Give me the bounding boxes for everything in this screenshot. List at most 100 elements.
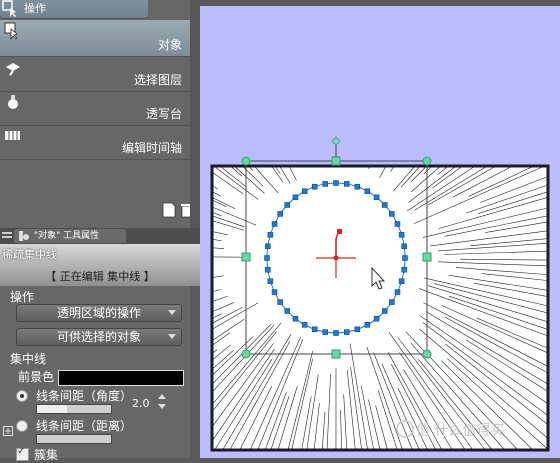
control-point[interactable] bbox=[399, 279, 404, 284]
control-point[interactable] bbox=[323, 181, 328, 186]
control-point[interactable] bbox=[399, 232, 404, 237]
transform-handle-top-right[interactable] bbox=[423, 157, 431, 165]
control-point[interactable] bbox=[355, 327, 360, 332]
control-point[interactable] bbox=[344, 181, 349, 186]
center-point[interactable] bbox=[334, 256, 339, 261]
control-point[interactable] bbox=[365, 189, 370, 194]
spacing-angle-value: 2.0 bbox=[132, 397, 150, 410]
chevron-down-icon bbox=[168, 310, 176, 315]
subtool-scrollbar[interactable] bbox=[190, 0, 200, 228]
canvas-view[interactable] bbox=[200, 0, 560, 458]
transform-handle-left[interactable] bbox=[242, 253, 250, 261]
subtool-label-layer-select: 选择图层 bbox=[134, 71, 182, 88]
tab-tool-property[interactable]: "对象" 工具属性 bbox=[14, 229, 126, 243]
control-point[interactable] bbox=[402, 244, 407, 249]
control-point[interactable] bbox=[272, 290, 277, 295]
control-point[interactable] bbox=[265, 244, 270, 249]
control-point[interactable] bbox=[334, 181, 339, 186]
control-point[interactable] bbox=[272, 221, 277, 226]
section-operation: 操作 bbox=[10, 288, 34, 305]
layer-select-icon bbox=[4, 59, 22, 77]
control-point[interactable] bbox=[374, 316, 379, 321]
control-point[interactable] bbox=[285, 202, 290, 207]
transform-handle-bottom-right[interactable] bbox=[423, 350, 431, 358]
control-point[interactable] bbox=[312, 327, 317, 332]
transform-handle-top[interactable] bbox=[332, 157, 340, 165]
control-point[interactable] bbox=[302, 189, 307, 194]
app-window: 操作 对象 选择图层 bbox=[0, 0, 560, 458]
rotation-handle[interactable] bbox=[332, 137, 340, 145]
spacing-angle-stepper[interactable] bbox=[158, 394, 166, 410]
control-point[interactable] bbox=[344, 330, 349, 335]
subtool-layer-select[interactable]: 选择图层 bbox=[0, 57, 190, 92]
spacing-distance-radio[interactable] bbox=[16, 420, 28, 432]
transform-handle-right[interactable] bbox=[423, 253, 431, 261]
editing-status: 【 正在编辑 集中线 】 bbox=[0, 268, 200, 284]
spacing-angle-slider[interactable] bbox=[36, 404, 112, 414]
property-tab-bar: "对象" 工具属性 bbox=[0, 228, 200, 244]
transform-handle-top-left[interactable] bbox=[242, 157, 250, 165]
subtool-label-operation: 操作 bbox=[24, 0, 46, 16]
watermark-logo-icon bbox=[396, 420, 414, 438]
transparent-ops-dropdown[interactable]: 透明区域的操作 bbox=[16, 304, 182, 322]
control-point[interactable] bbox=[395, 221, 400, 226]
selectable-objects-dropdown[interactable]: 可供选择的对象 bbox=[16, 328, 182, 346]
chevron-down-icon bbox=[168, 334, 176, 339]
control-point[interactable] bbox=[278, 211, 283, 216]
control-point[interactable] bbox=[323, 330, 328, 335]
control-point[interactable] bbox=[302, 322, 307, 327]
section-concentrated-lines: 集中线 bbox=[10, 350, 46, 367]
spacing-angle-radio[interactable] bbox=[16, 390, 28, 402]
menu-icon[interactable] bbox=[2, 231, 12, 241]
control-point[interactable] bbox=[374, 195, 379, 200]
control-point[interactable] bbox=[312, 184, 317, 189]
center-direction-handle[interactable] bbox=[337, 229, 342, 234]
control-point[interactable] bbox=[265, 256, 270, 261]
control-point[interactable] bbox=[389, 211, 394, 216]
subtool-label-object: 对象 bbox=[158, 36, 182, 53]
foreground-label: 前景色 bbox=[18, 368, 54, 385]
expand-plus-icon[interactable] bbox=[3, 426, 13, 436]
foreground-color-swatch[interactable] bbox=[58, 370, 184, 386]
timeline-icon bbox=[4, 127, 22, 145]
control-point[interactable] bbox=[293, 195, 298, 200]
control-point[interactable] bbox=[268, 232, 273, 237]
subtool-light-table[interactable]: 透写台 bbox=[0, 91, 190, 126]
subtool-label-light-table: 透写台 bbox=[146, 105, 182, 122]
bundle-checkbox[interactable] bbox=[16, 448, 29, 461]
control-point[interactable] bbox=[278, 300, 283, 305]
transform-handle-bottom-left[interactable] bbox=[242, 350, 250, 358]
control-point[interactable] bbox=[265, 267, 270, 272]
control-point[interactable] bbox=[403, 256, 408, 261]
subtool-operation[interactable]: 操作 bbox=[0, 0, 148, 19]
light-table-icon bbox=[4, 93, 22, 111]
control-point[interactable] bbox=[355, 184, 360, 189]
sub-tool-panel: 操作 对象 选择图层 bbox=[0, 0, 190, 228]
control-point[interactable] bbox=[389, 300, 394, 305]
new-subtool-icon[interactable] bbox=[162, 202, 176, 218]
canvas-area[interactable]: 值 什么值得买 bbox=[200, 0, 560, 458]
control-point[interactable] bbox=[268, 279, 273, 284]
subtool-bottom-bar bbox=[0, 196, 190, 226]
control-point[interactable] bbox=[382, 309, 387, 314]
control-point[interactable] bbox=[334, 331, 339, 336]
watermark: 值 什么值得买 bbox=[416, 420, 504, 440]
left-panel: 操作 对象 选择图层 bbox=[0, 0, 200, 458]
spacing-distance-slider[interactable] bbox=[36, 434, 112, 444]
object-selection-icon bbox=[4, 22, 22, 40]
property-scrollbar[interactable] bbox=[190, 286, 200, 458]
subtool-edit-timeline[interactable]: 编辑时间轴 bbox=[0, 125, 190, 160]
control-point[interactable] bbox=[382, 202, 387, 207]
control-point[interactable] bbox=[365, 322, 370, 327]
control-point[interactable] bbox=[285, 309, 290, 314]
subtool-object[interactable]: 对象 bbox=[0, 20, 190, 57]
transform-handle-bottom[interactable] bbox=[332, 350, 340, 358]
drawing-canvas[interactable] bbox=[212, 166, 548, 450]
spacing-distance-label: 线条间距（距离） bbox=[36, 417, 132, 434]
subtool-label-edit-timeline: 编辑时间轴 bbox=[122, 139, 182, 156]
selectable-objects-value: 可供选择的对象 bbox=[57, 330, 141, 344]
tool-property-icon bbox=[18, 230, 30, 242]
control-point[interactable] bbox=[293, 316, 298, 321]
control-point[interactable] bbox=[395, 290, 400, 295]
control-point[interactable] bbox=[402, 267, 407, 272]
